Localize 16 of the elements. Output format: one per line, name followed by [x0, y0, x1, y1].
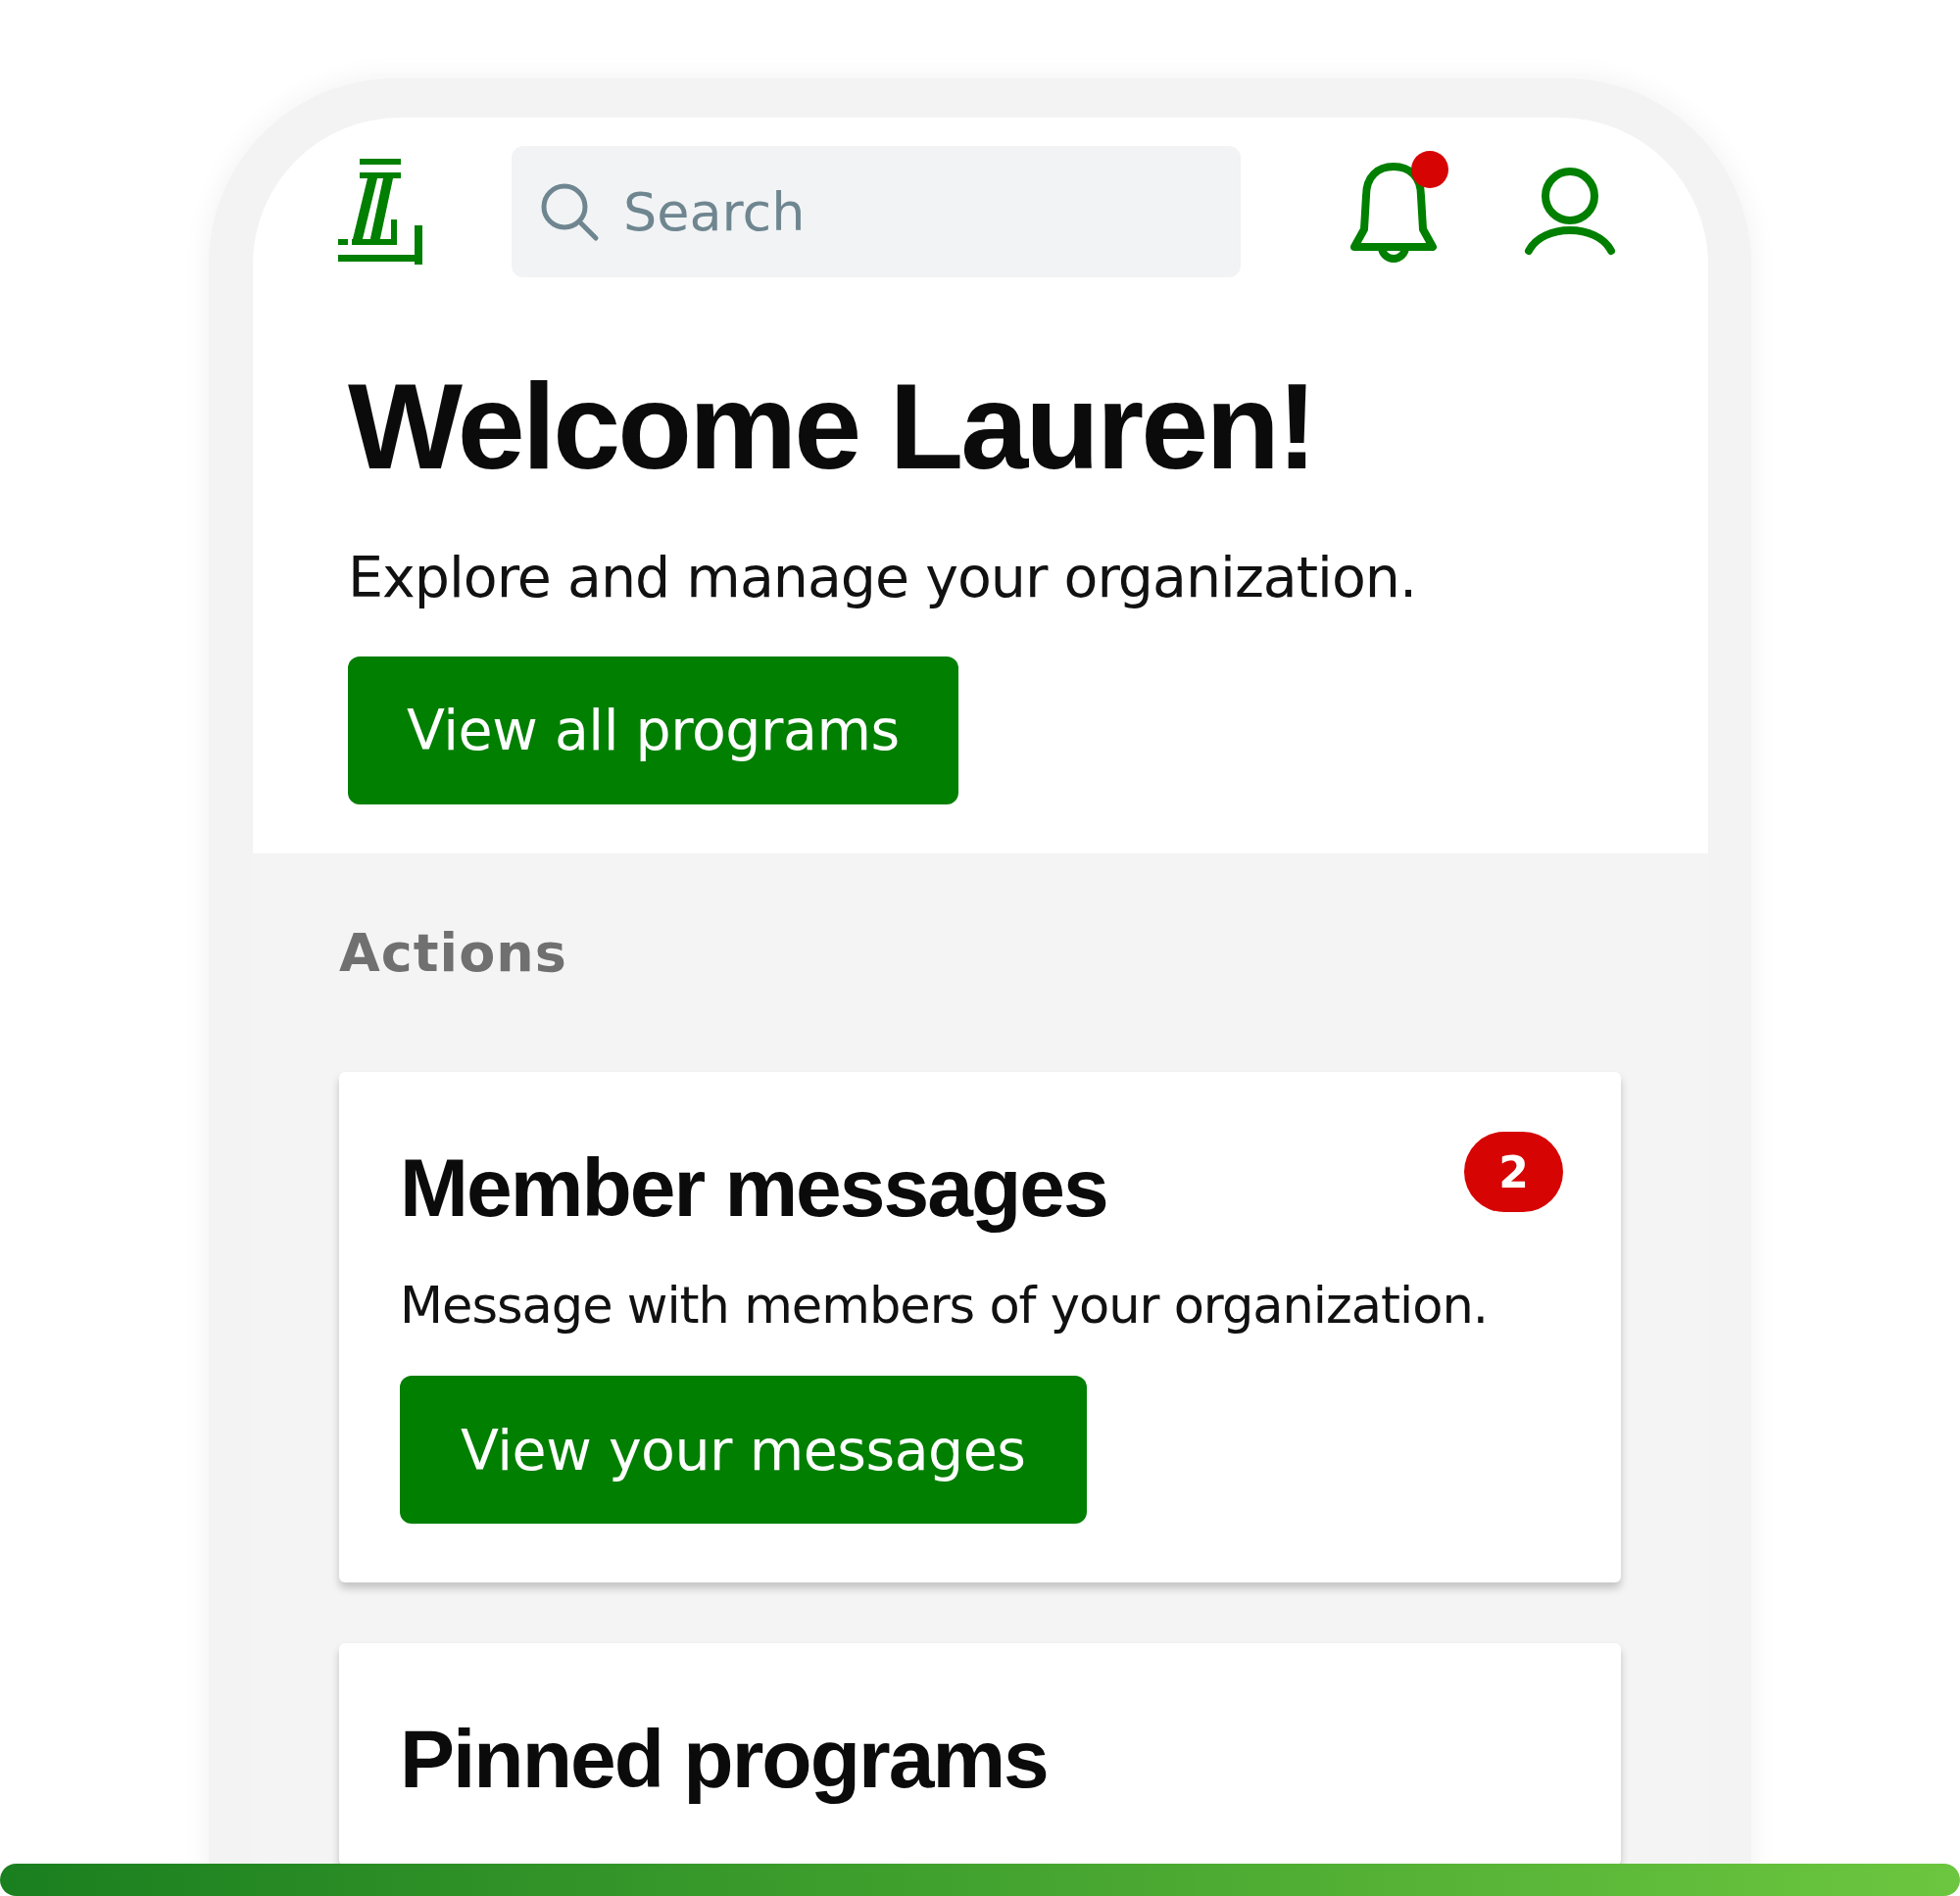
bell-icon: [1348, 161, 1439, 263]
welcome-subtitle: Explore and manage your organization.: [348, 544, 1418, 609]
card-title: Pinned programs: [400, 1712, 1048, 1807]
user-icon: [1523, 167, 1617, 257]
view-messages-button[interactable]: View your messages: [400, 1376, 1087, 1524]
count-badge: 2: [1464, 1132, 1563, 1212]
welcome-title: Welcome Lauren!: [348, 358, 1316, 496]
card-title: Member messages: [400, 1141, 1107, 1236]
card-description: Message with members of your organization.: [400, 1277, 1489, 1335]
profile-button[interactable]: [1523, 167, 1617, 257]
view-programs-button[interactable]: View all programs: [348, 656, 958, 804]
search-field[interactable]: Search: [512, 146, 1241, 277]
search-icon: [539, 181, 600, 242]
notifications-button[interactable]: [1348, 151, 1448, 263]
search-input[interactable]: Search: [621, 179, 1213, 244]
section-title: Actions: [339, 922, 568, 984]
